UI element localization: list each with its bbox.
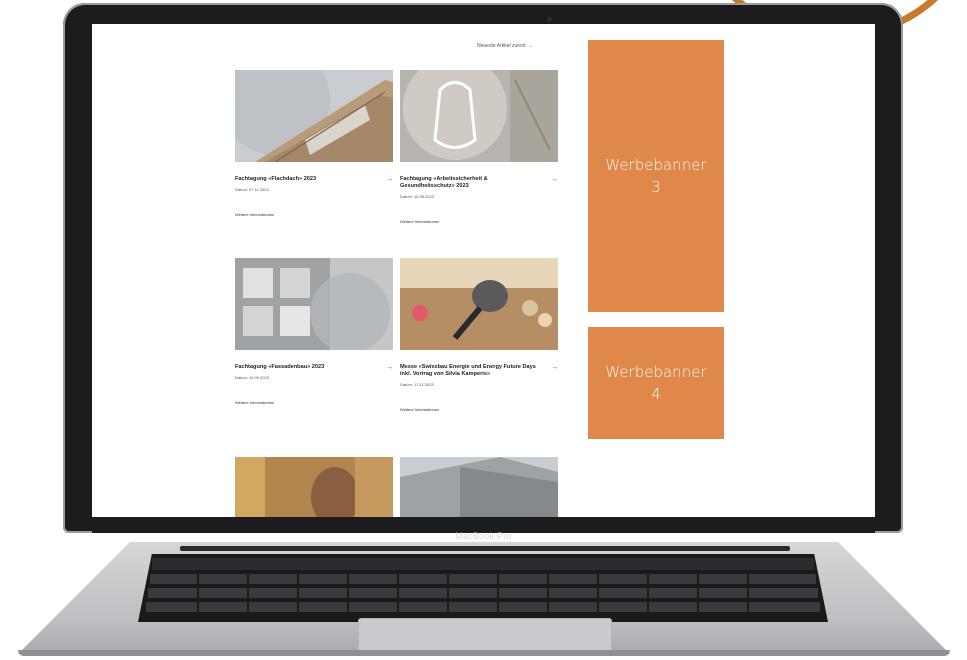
ad-banner-4[interactable]: Werbebanner 4: [588, 327, 724, 439]
laptop-mockup-scene: MacBook Pro Neueste Artikel zuerst ⌄ Fac…: [0, 0, 967, 660]
ad-banner-label: Werbebanner: [605, 363, 707, 381]
ad-banner-3[interactable]: Werbebanner 3: [588, 40, 724, 312]
touch-bar: [180, 546, 790, 551]
event-card-image: [235, 258, 393, 350]
event-card-title[interactable]: Fachtagung «Fassadenbau» 2023: [235, 364, 375, 371]
event-card-image: [400, 258, 558, 350]
keyboard: [138, 554, 828, 622]
event-card[interactable]: [235, 457, 393, 517]
event-card-date: Datum: 16.05.2023: [400, 194, 435, 199]
event-card-date: Datum: 07.11.2023: [235, 187, 269, 192]
arrow-right-icon[interactable]: →: [386, 364, 393, 371]
event-card-more-link[interactable]: Weitere Informationen: [235, 400, 393, 405]
sort-select[interactable]: Neueste Artikel zuerst ⌄: [477, 41, 563, 51]
event-card-image: [235, 70, 393, 162]
ad-banner-number: 3: [651, 178, 661, 196]
sort-select-label: Neueste Artikel zuerst: [477, 43, 526, 49]
event-card-more-link[interactable]: Weitere Informationen: [400, 407, 558, 412]
event-card-title[interactable]: Fachtagung «Flachdach» 2023: [235, 176, 375, 183]
event-card[interactable]: Fachtagung «Fassadenbau» 2023 → Datum: 1…: [235, 258, 393, 405]
arrow-right-icon[interactable]: →: [386, 176, 393, 183]
ad-banner-number: 4: [651, 385, 661, 403]
event-card-more-link[interactable]: Weitere Informationen: [400, 219, 558, 224]
trackpad: [358, 618, 612, 654]
event-card-image: [400, 70, 558, 162]
chevron-down-icon: ⌄: [528, 43, 533, 49]
event-card[interactable]: Messe «Swissbau Energie und Energy Futur…: [400, 258, 558, 412]
event-card-title[interactable]: Messe «Swissbau Energie und Energy Futur…: [400, 364, 540, 378]
arrow-right-icon[interactable]: →: [551, 364, 558, 378]
event-card[interactable]: [400, 457, 558, 517]
laptop-screen: Neueste Artikel zuerst ⌄ Fachtagung «Fla…: [92, 24, 875, 517]
event-card-image: [235, 457, 393, 517]
camera-icon: [547, 17, 552, 22]
event-card-more-link[interactable]: Weitere Informationen: [235, 212, 393, 217]
event-card-date: Datum: 17.11.2023: [400, 382, 434, 387]
event-card-title[interactable]: Fachtagung «Arbeitssicherheit & Gesundhe…: [400, 176, 540, 190]
arrow-right-icon[interactable]: →: [551, 176, 558, 190]
event-card[interactable]: Fachtagung «Flachdach» 2023 → Datum: 07.…: [235, 70, 393, 217]
event-card[interactable]: Fachtagung «Arbeitssicherheit & Gesundhe…: [400, 70, 558, 224]
laptop-keyboard-deck: [0, 532, 967, 660]
laptop-front-edge: [18, 650, 950, 656]
event-card-image: [400, 457, 558, 517]
ad-banner-label: Werbebanner: [605, 156, 707, 174]
event-card-date: Datum: 19.09.2023: [235, 375, 270, 380]
